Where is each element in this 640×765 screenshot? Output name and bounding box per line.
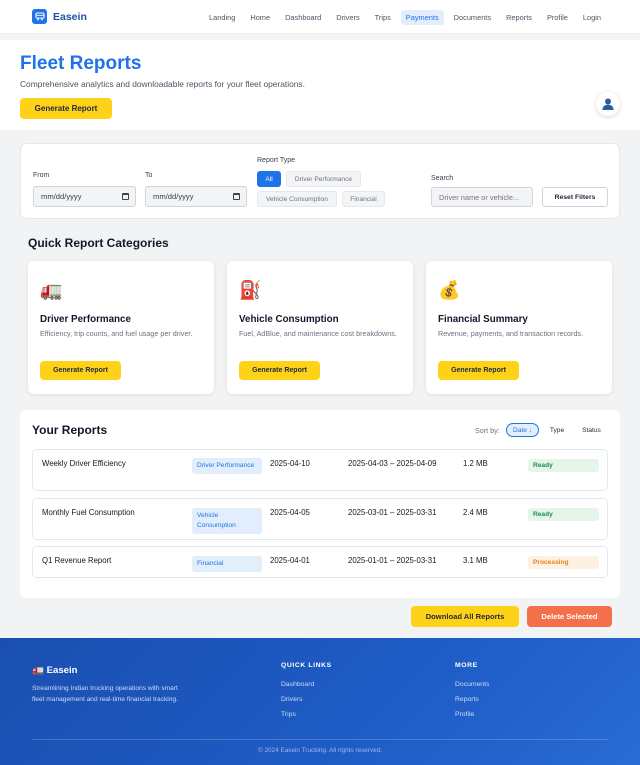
generate-vehicle-report-button[interactable]: Generate Report [239,361,320,380]
type-chip-financial[interactable]: Financial [342,191,385,207]
your-reports-panel: Your Reports Sort by: Date ↓ Type Status… [20,410,620,598]
report-type-label: Report Type [257,157,296,164]
report-range: 2025-01-01 – 2025-03-31 [348,556,437,565]
report-date: 2025-04-01 [270,556,310,565]
report-row[interactable]: Weekly Driver Efficiency Driver Performa… [32,449,608,491]
from-date-input[interactable]: mm/dd/yyyy [33,186,136,207]
category-description: Efficiency, trip counts, and fuel usage … [40,329,193,338]
page-title: Fleet Reports [20,53,142,74]
status-badge: Ready [528,459,599,472]
report-row[interactable]: Monthly Fuel Consumption Vehicle Consump… [32,498,608,540]
sort-date-button[interactable]: Date ↓ [506,423,539,437]
sort-type-button[interactable]: Type [543,423,571,437]
delete-selected-button[interactable]: Delete Selected [527,606,612,627]
report-size: 3.1 MB [463,556,488,565]
status-badge: Ready [528,508,599,521]
report-range: 2025-03-01 – 2025-03-31 [348,508,437,517]
calendar-icon[interactable] [233,193,240,200]
filters-panel: From mm/dd/yyyy To mm/dd/yyyy Report Typ… [20,143,620,219]
report-name: Monthly Fuel Consumption [42,508,135,517]
category-title: Financial Summary [438,314,528,325]
report-date: 2025-04-05 [270,508,310,517]
report-category-badge: Driver Performance [192,458,262,474]
generate-report-button[interactable]: Generate Report [20,98,112,119]
report-category-badge: Vehicle Consumption [192,508,262,534]
page-subtitle: Comprehensive analytics and downloadable… [20,79,305,89]
page-header: Fleet Reports Comprehensive analytics an… [0,40,640,130]
top-navbar: Easein Landing Home Dashboard Drivers Tr… [0,0,640,34]
nav-links: Landing Home Dashboard Drivers Trips Pay… [199,10,606,25]
nav-link-profile[interactable]: Profile [542,10,573,25]
footer: 🚛 Easein Streamlining Indian trucking op… [0,638,640,765]
category-title: Driver Performance [40,314,131,325]
user-avatar-icon[interactable] [596,92,620,116]
reset-filters-button[interactable]: Reset Filters [542,187,608,207]
category-description: Revenue, payments, and transaction recor… [438,329,584,338]
generate-financial-report-button[interactable]: Generate Report [438,361,519,380]
footer-link-reports[interactable]: Reports [455,696,479,703]
brand-logo[interactable]: Easein [32,9,87,24]
report-name: Q1 Revenue Report [42,556,112,565]
footer-copyright: © 2024 Easein Trucking. All rights reser… [257,747,383,754]
sort-status-button[interactable]: Status [575,423,608,437]
truck-logo-icon [32,9,47,24]
footer-more-heading: MORE [455,662,478,669]
money-bag-icon: 💰 [438,280,461,300]
nav-link-reports[interactable]: Reports [501,10,537,25]
nav-link-payments[interactable]: Payments [400,10,444,25]
to-date-placeholder: mm/dd/yyyy [153,192,194,201]
sort-by-label: Sort by: [475,426,500,435]
report-date: 2025-04-10 [270,459,310,468]
nav-link-documents[interactable]: Documents [449,10,496,25]
category-card-financial-summary: 💰 Financial Summary Revenue, payments, a… [426,261,612,394]
report-size: 1.2 MB [463,459,488,468]
type-chip-vehicle-consumption[interactable]: Vehicle Consumption [257,191,337,207]
from-label: From [33,172,50,179]
footer-quick-links-heading: QUICK LINKS [281,662,332,669]
category-card-driver-performance: 🚛 Driver Performance Efficiency, trip co… [28,261,214,394]
download-all-button[interactable]: Download All Reports [411,606,519,627]
footer-link-documents[interactable]: Documents [455,681,489,688]
footer-divider [32,739,608,740]
nav-link-landing[interactable]: Landing [204,10,240,25]
report-category-badge: Financial [192,556,262,572]
nav-link-login[interactable]: Login [578,10,606,25]
generate-driver-report-button[interactable]: Generate Report [40,361,121,380]
report-size: 2.4 MB [463,508,488,517]
footer-link-dashboard[interactable]: Dashboard [281,681,314,688]
brand-name: Easein [53,10,87,23]
status-badge: Processing [528,556,599,569]
nav-link-trips[interactable]: Trips [370,10,396,25]
type-chip-all[interactable]: All [257,171,281,187]
report-row[interactable]: Q1 Revenue Report Financial 2025-04-01 2… [32,546,608,578]
category-description: Fuel, AdBlue, and maintenance cost break… [239,329,397,338]
fuel-pump-icon: ⛽ [239,280,262,300]
your-reports-title: Your Reports [32,423,108,437]
nav-link-drivers[interactable]: Drivers [331,10,364,25]
report-range: 2025-04-03 – 2025-04-09 [348,459,437,468]
category-card-vehicle-consumption: ⛽ Vehicle Consumption Fuel, AdBlue, and … [227,261,413,394]
nav-link-dashboard[interactable]: Dashboard [280,10,326,25]
footer-link-drivers[interactable]: Drivers [281,696,303,703]
footer-link-trips[interactable]: Trips [281,711,296,718]
to-label: To [145,172,153,179]
report-name: Weekly Driver Efficiency [42,459,126,468]
footer-brand[interactable]: 🚛 Easein [32,665,78,676]
to-date-input[interactable]: mm/dd/yyyy [145,186,247,207]
nav-link-home[interactable]: Home [245,10,275,25]
calendar-icon[interactable] [122,193,129,200]
footer-description: Streamlining Indian trucking operations … [32,685,178,703]
quick-categories-title: Quick Report Categories [28,236,169,250]
category-title: Vehicle Consumption [239,314,339,325]
type-chip-driver-performance[interactable]: Driver Performance [286,171,361,187]
from-date-placeholder: mm/dd/yyyy [41,192,82,201]
truck-icon: 🚛 [40,280,63,300]
search-input[interactable] [431,187,533,207]
search-label: Search [431,175,454,182]
footer-link-profile[interactable]: Profile [455,711,474,718]
